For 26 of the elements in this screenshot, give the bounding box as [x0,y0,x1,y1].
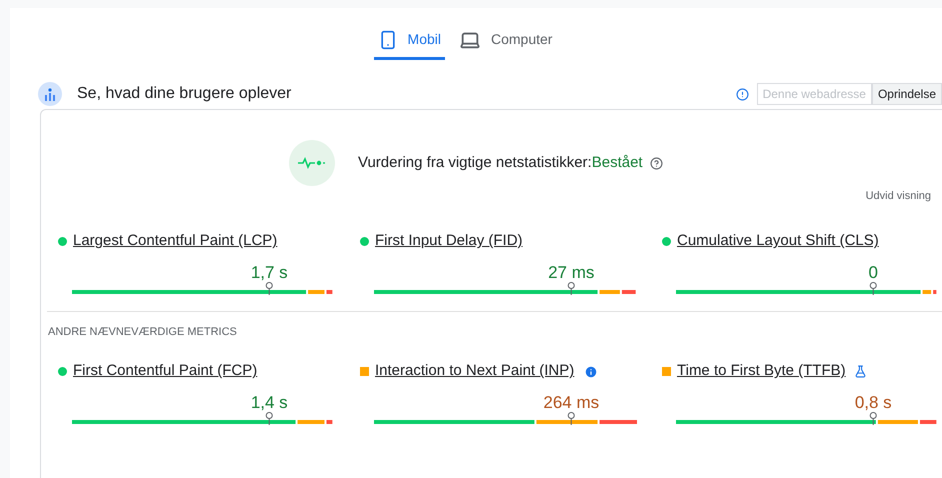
metric-link[interactable]: Time to First Byte (TTFB) [677,360,846,383]
metric-value: 1,4 s [250,392,288,414]
metric-value: 0 [868,262,878,284]
metric-link[interactable]: First Contentful Paint (FCP) [73,360,258,383]
info-icon[interactable] [736,88,749,100]
status-square [662,367,671,376]
pulse-icon [289,140,335,186]
metric-link[interactable]: Largest Contentful Paint (LCP) [73,230,278,253]
metric-value: 1,7 s [250,262,288,284]
scope-toggle[interactable]: Oprindelse [872,83,942,105]
help-icon[interactable] [650,156,663,170]
section-title: Se, hvad dine brugere oplever [77,84,292,104]
device-tab[interactable]: Computer [455,22,556,60]
expand-view-link[interactable]: Udvid visning [866,188,931,204]
device-tab[interactable]: Mobil [374,22,445,60]
metric-value: 264 ms [543,392,600,414]
status-square [360,367,369,376]
metric-link[interactable]: Cumulative Layout Shift (CLS) [677,230,879,253]
assessment-label: Vurdering fra vigtige netstatistikker: [358,152,592,173]
metric-value: 0,8 s [854,392,892,414]
metric-link[interactable]: First Input Delay (FID) [375,230,523,253]
metric-value: 27 ms [548,262,594,284]
assessment-result: Bestået [592,152,643,173]
metric-link[interactable]: Interaction to Next Paint (INP) [375,360,574,383]
section-heading: ANDRE NÆVNEVÆRDIGE METRICS [48,325,237,340]
chart-icon [38,82,62,106]
